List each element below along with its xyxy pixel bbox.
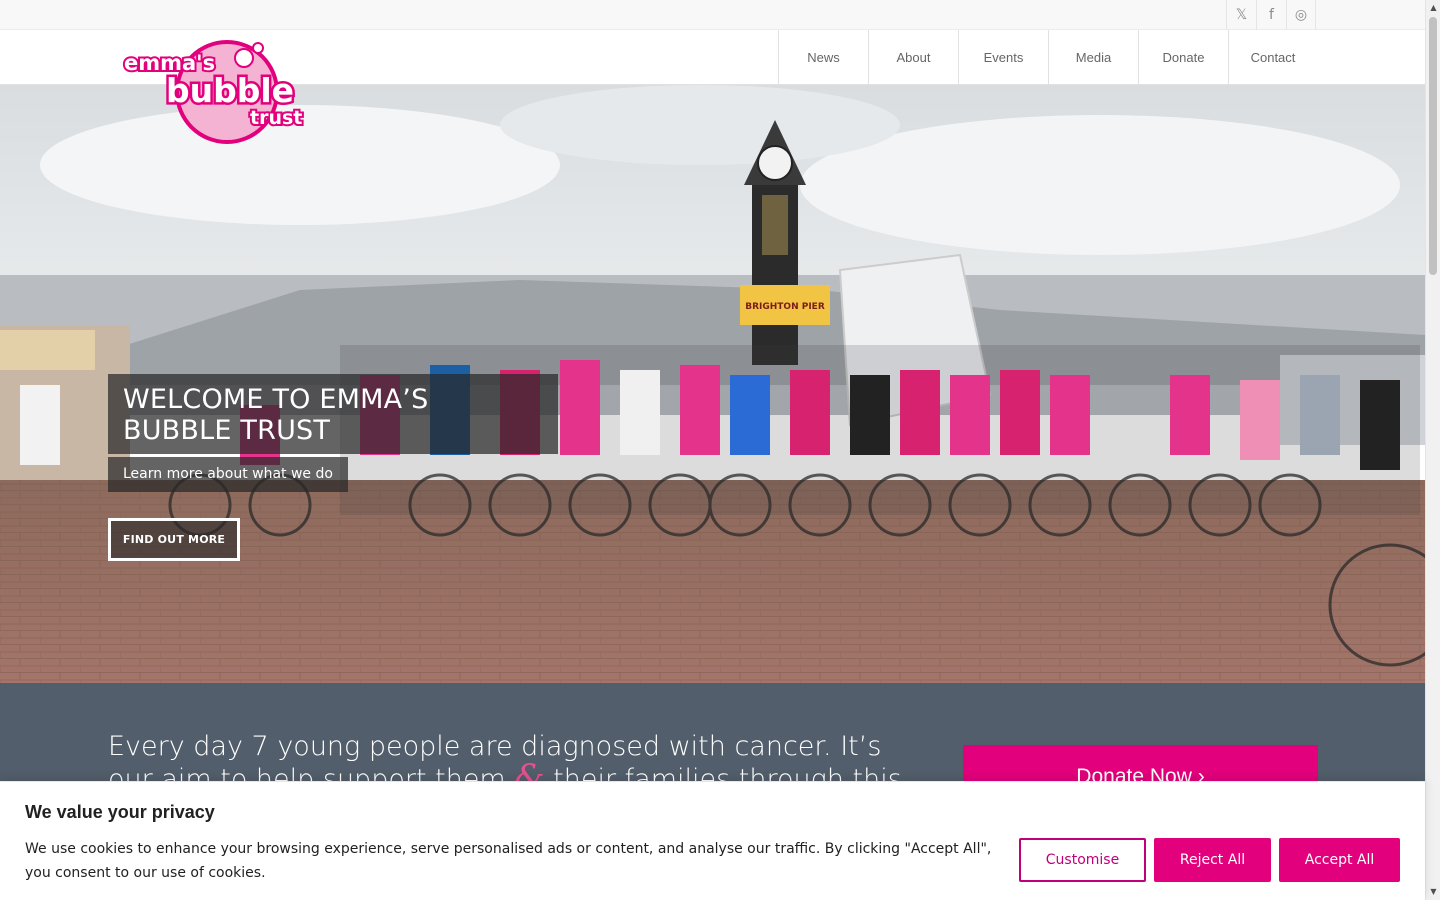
cookie-title: We value your privacy bbox=[25, 802, 215, 822]
nav-item-events[interactable]: Events bbox=[958, 30, 1048, 85]
logo-text-bubble: bubble bbox=[166, 71, 294, 110]
page-scrollbar[interactable]: ▲ ▼ bbox=[1425, 0, 1440, 900]
facebook-icon[interactable]: f bbox=[1256, 0, 1286, 30]
hero-banner: BRIGHTON PIER WELCOME TO EMMA’S BUBBLE T… bbox=[0, 85, 1425, 683]
accept-all-button[interactable]: Accept All bbox=[1279, 838, 1400, 882]
cookie-banner: We value your privacy We use cookies to … bbox=[0, 781, 1425, 900]
scroll-down-icon[interactable]: ▼ bbox=[1426, 884, 1440, 899]
mission-line-1: Every day 7 young people are diagnosed w… bbox=[108, 731, 882, 762]
instagram-icon[interactable]: ◎ bbox=[1286, 0, 1316, 30]
site-logo[interactable]: emma's bubble trust bbox=[122, 36, 304, 146]
main-nav: News About Events Media Donate Contact bbox=[778, 30, 1317, 85]
logo-text-trust: trust bbox=[250, 107, 302, 129]
nav-item-contact[interactable]: Contact bbox=[1228, 30, 1317, 85]
reject-all-button[interactable]: Reject All bbox=[1154, 838, 1271, 882]
find-out-more-button[interactable]: FIND OUT MORE bbox=[108, 518, 240, 561]
scroll-up-icon[interactable]: ▲ bbox=[1426, 0, 1440, 15]
hero-subtitle: Learn more about what we do bbox=[108, 457, 348, 492]
x-icon[interactable]: 𝕏 bbox=[1226, 0, 1256, 30]
nav-item-media[interactable]: Media bbox=[1048, 30, 1138, 85]
scrollbar-thumb[interactable] bbox=[1429, 17, 1437, 275]
hero-title: WELCOME TO EMMA’S BUBBLE TRUST bbox=[108, 374, 558, 454]
nav-item-about[interactable]: About bbox=[868, 30, 958, 85]
nav-item-donate[interactable]: Donate bbox=[1138, 30, 1228, 85]
pier-sign-text: BRIGHTON PIER bbox=[745, 302, 825, 312]
social-links: 𝕏 f ◎ bbox=[1226, 0, 1316, 30]
customise-button[interactable]: Customise bbox=[1019, 838, 1146, 882]
top-social-bar: 𝕏 f ◎ bbox=[0, 0, 1425, 30]
nav-item-news[interactable]: News bbox=[778, 30, 868, 85]
cookie-text: We use cookies to enhance your browsing … bbox=[25, 841, 992, 881]
